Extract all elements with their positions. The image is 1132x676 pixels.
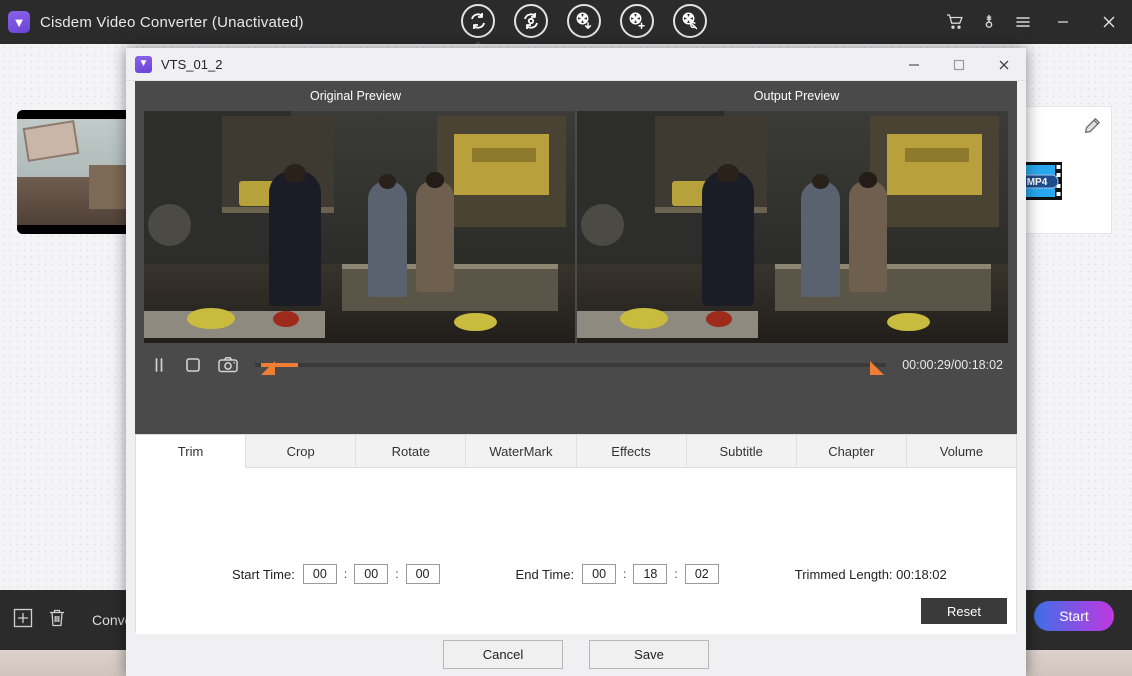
output-video-frame [577,111,1008,343]
thumb-letterbox-top [17,110,139,119]
preview-row [135,111,1017,343]
stop-icon[interactable] [183,355,203,375]
camera-icon[interactable] [217,355,239,375]
tab-watermark[interactable]: WaterMark [466,435,576,468]
edit-film-icon[interactable] [673,4,707,38]
logo-glyph: ▼ [13,16,26,29]
start-minutes-input[interactable]: 00 [354,564,388,584]
start-button[interactable]: Start [1034,601,1114,631]
cisdem-logo-icon: ▼ [8,11,30,33]
trim-end-handle[interactable] [870,361,884,375]
end-separator-2: : [674,567,677,581]
close-icon[interactable] [1086,0,1132,44]
app-titlebar: ▼ Cisdem Video Converter (Unactivated) [0,0,1132,44]
end-minutes-input[interactable]: 18 [633,564,667,584]
output-preview-pane[interactable] [577,111,1008,343]
dialog-title: VTS_01_2 [161,57,222,72]
app-toolbar [461,4,707,38]
maximize-icon[interactable] [936,48,981,81]
minimize-icon[interactable] [1040,0,1086,44]
tab-subtitle[interactable]: Subtitle [687,435,797,468]
trim-tab-content: Start Time: 00 : 00 : 00 End Time: 00 : … [136,468,1016,634]
reset-button[interactable]: Reset [921,598,1007,624]
output-preview-label: Output Preview [576,81,1017,111]
dialog-footer: Cancel Save [126,632,1026,676]
dialog-titlebar: ▼ VTS_01_2 [126,48,1026,81]
minimize-icon[interactable] [891,48,936,81]
start-separator-1: : [344,567,347,581]
key-icon[interactable] [972,0,1006,44]
tab-trim[interactable]: Trim [136,435,246,468]
download-film-icon[interactable] [567,4,601,38]
timeline-scrubber[interactable] [255,354,886,376]
trim-start-handle[interactable] [261,361,275,375]
video-thumbnail[interactable] [17,110,139,234]
preview-section: Original Preview Output Preview [135,81,1017,434]
thumb-letterbox-bottom [17,225,139,234]
end-time-group: End Time: 00 : 18 : 02 [516,564,719,584]
player-controls: 00:00:29/00:18:02 [135,343,1017,387]
end-hours-input[interactable]: 00 [582,564,616,584]
trimmed-length-label: Trimmed Length: 00:18:02 [795,567,947,582]
timeline-track[interactable] [255,363,886,367]
tab-rotate[interactable]: Rotate [356,435,466,468]
original-preview-label: Original Preview [135,81,576,111]
add-file-icon[interactable] [12,607,34,634]
start-hours-input[interactable]: 00 [303,564,337,584]
trash-icon[interactable] [46,607,68,634]
tab-volume[interactable]: Volume [907,435,1016,468]
end-time-label: End Time: [516,567,575,582]
tabs-row: Trim Crop Rotate WaterMark Effects Subti… [136,435,1016,468]
save-button[interactable]: Save [589,640,709,669]
edit-video-dialog: ▼ VTS_01_2 Original Preview Output Previ… [126,48,1026,676]
tab-chapter[interactable]: Chapter [797,435,907,468]
tab-effects[interactable]: Effects [577,435,687,468]
dialog-logo-glyph: ▼ [139,59,149,69]
end-separator-1: : [623,567,626,581]
pause-icon[interactable] [149,355,169,375]
menu-icon[interactable] [1006,0,1040,44]
edit-tabs-panel: Trim Crop Rotate WaterMark Effects Subti… [135,434,1017,633]
convert-rotate-icon[interactable] [514,4,548,38]
cisdem-logo-icon: ▼ [135,56,152,73]
app-window-controls [938,0,1132,44]
start-seconds-input[interactable]: 00 [406,564,440,584]
convert-icon[interactable] [461,4,495,38]
original-preview-pane[interactable] [144,111,575,343]
start-time-group: Start Time: 00 : 00 : 00 [232,564,440,584]
time-display: 00:00:29/00:18:02 [902,358,1003,372]
end-seconds-input[interactable]: 02 [685,564,719,584]
preview-labels: Original Preview Output Preview [135,81,1017,111]
close-icon[interactable] [981,48,1026,81]
cart-icon[interactable] [938,0,972,44]
dialog-window-controls [891,48,1026,81]
app-title: Cisdem Video Converter (Unactivated) [40,14,304,31]
merge-film-icon[interactable] [620,4,654,38]
start-separator-2: : [395,567,398,581]
mp4-badge-text: MP4 [1027,177,1048,188]
cancel-button[interactable]: Cancel [443,640,563,669]
tab-crop[interactable]: Crop [246,435,356,468]
original-video-frame [144,111,575,343]
start-time-label: Start Time: [232,567,295,582]
trim-time-fields: Start Time: 00 : 00 : 00 End Time: 00 : … [136,564,1016,584]
pencil-icon[interactable] [1082,116,1102,141]
